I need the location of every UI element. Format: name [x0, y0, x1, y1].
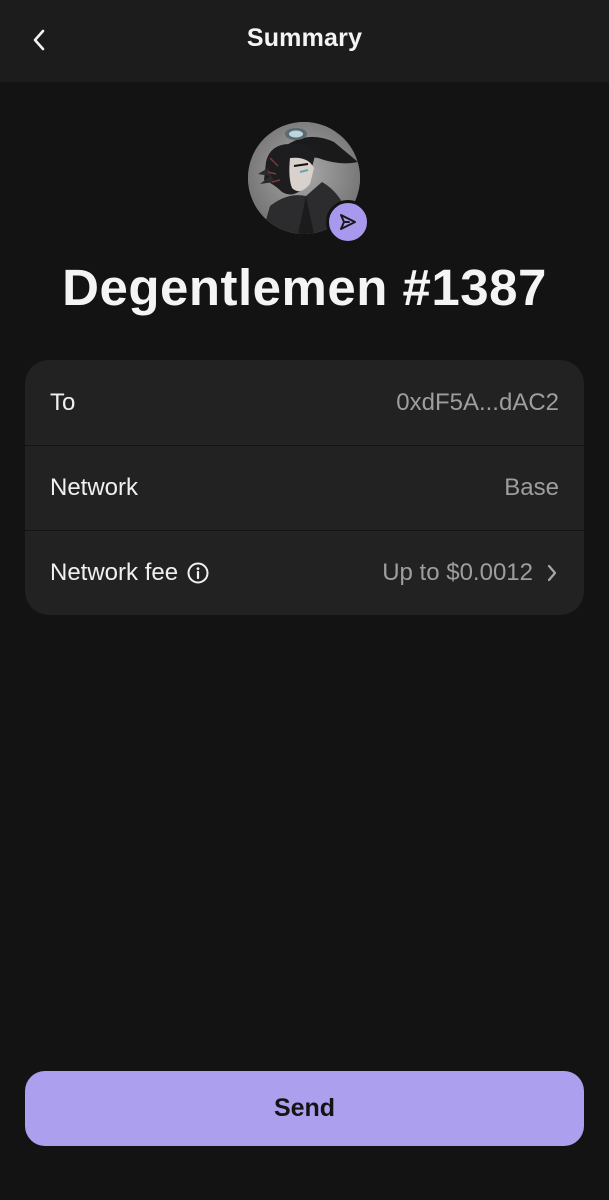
network-fee-selector[interactable]: Up to $0.0012	[382, 559, 559, 587]
network-label: Network	[50, 474, 139, 501]
send-arrow-icon	[340, 214, 356, 230]
nft-name: Degentlemen #1387	[62, 259, 547, 316]
recipient-address: 0xdF5A...dAC2	[396, 388, 559, 416]
send-badge	[326, 200, 370, 244]
info-icon[interactable]	[186, 561, 210, 585]
network-fee-row: Network fee Up to $0.0012	[25, 530, 584, 615]
send-button[interactable]: Send	[25, 1071, 584, 1146]
recipient-label: To	[50, 388, 76, 416]
network-fee-label: Network fee	[50, 559, 179, 586]
transaction-details-card: To 0xdF5A...dAC2 Network Base Network fe…	[25, 360, 584, 615]
page-title: Summary	[246, 24, 363, 52]
network-fee-label-group: Network fee	[50, 559, 210, 587]
summary-screen: Summary Degentlemen #1387 To 0xdF5A...dA…	[0, 0, 609, 1200]
network-row: Network Base	[25, 445, 584, 530]
network-value: Base	[504, 474, 559, 501]
chevron-right-icon	[545, 563, 559, 583]
network-fee-value: Up to $0.0012	[382, 559, 533, 586]
top-bar: Summary	[0, 0, 609, 82]
recipient-row: To 0xdF5A...dAC2	[25, 360, 584, 445]
nft-avatar-container	[248, 122, 370, 244]
